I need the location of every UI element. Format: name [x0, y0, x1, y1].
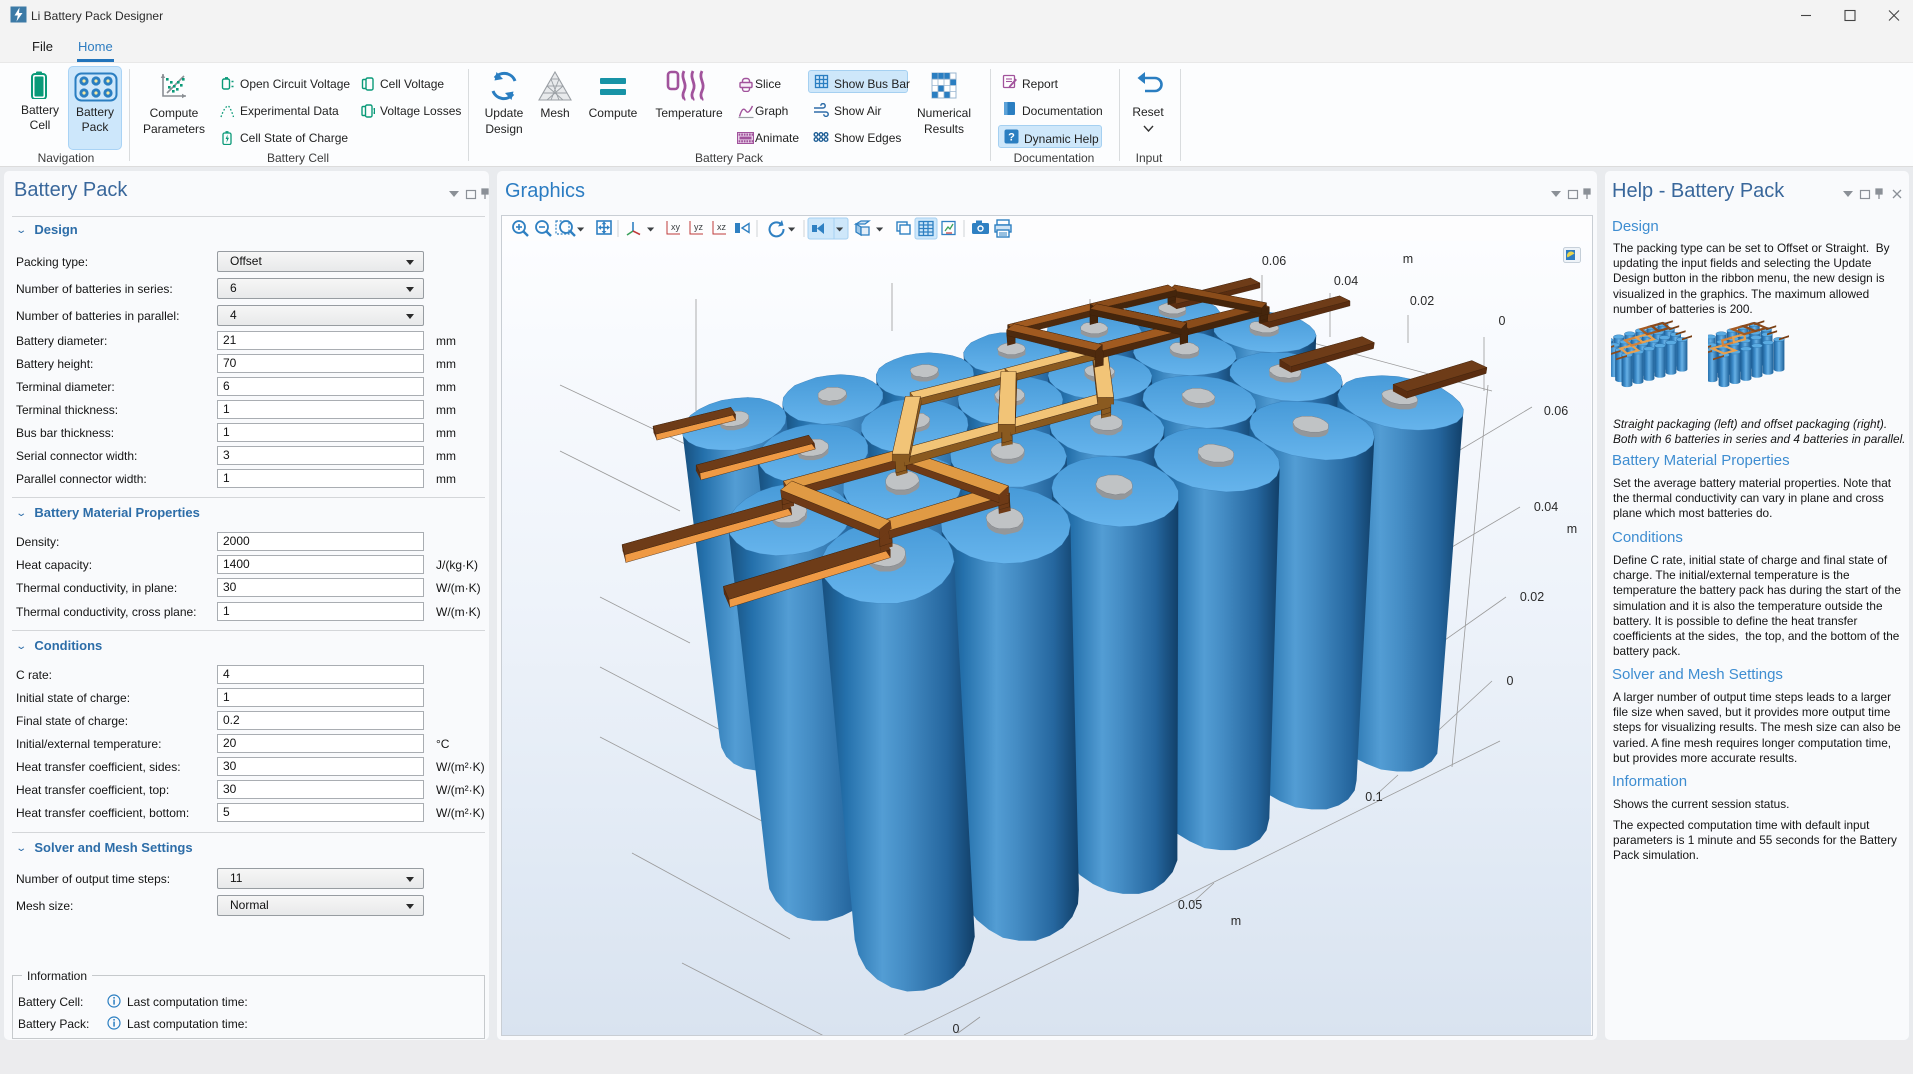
svg-text:0.06: 0.06 — [1262, 254, 1286, 268]
svg-text:yz: yz — [694, 222, 704, 232]
svg-text:0.04: 0.04 — [1534, 500, 1558, 514]
svg-text:m: m — [1403, 252, 1413, 266]
svg-text:0.05: 0.05 — [1178, 898, 1202, 912]
svg-text:0.04: 0.04 — [1334, 274, 1358, 288]
svg-text:0: 0 — [1507, 674, 1514, 688]
svg-text:xz: xz — [717, 222, 727, 232]
svg-text:m: m — [1231, 914, 1241, 928]
svg-text:0.02: 0.02 — [1410, 294, 1434, 308]
svg-text:m: m — [1567, 522, 1577, 536]
svg-text:xy: xy — [671, 222, 681, 232]
svg-text:0.06: 0.06 — [1544, 404, 1568, 418]
svg-text:0.1: 0.1 — [1365, 790, 1382, 804]
svg-text:0: 0 — [953, 1022, 960, 1035]
svg-text:?: ? — [1008, 132, 1015, 144]
svg-text:0.02: 0.02 — [1520, 590, 1544, 604]
svg-text:0: 0 — [1499, 314, 1506, 328]
